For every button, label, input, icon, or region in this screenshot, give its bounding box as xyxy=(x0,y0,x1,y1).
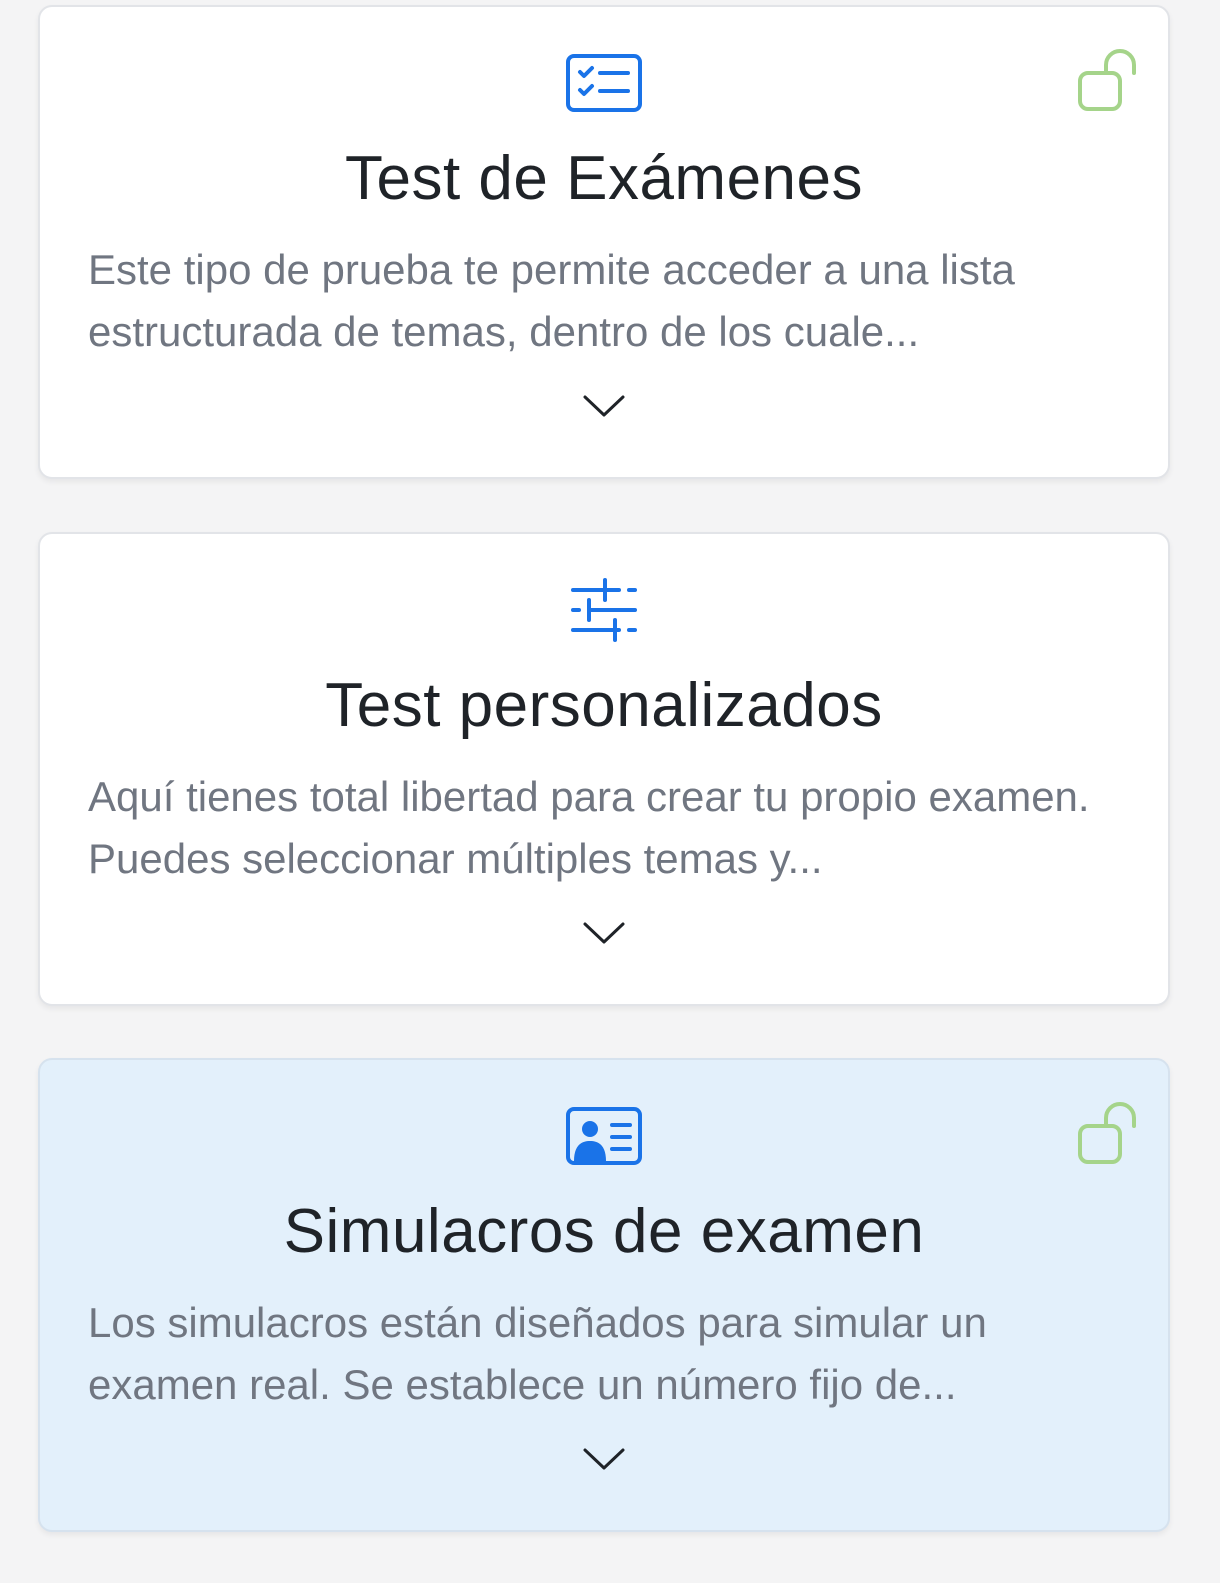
sliders-icon xyxy=(564,578,644,642)
simulacros-examen-card[interactable]: Simulacros de examen Los simulacros está… xyxy=(38,1058,1170,1532)
unlocked-lock-icon xyxy=(1076,49,1140,113)
test-examenes-card[interactable]: Test de Exámenes Este tipo de prueba te … xyxy=(38,5,1170,479)
checklist-icon xyxy=(564,51,644,115)
card-title: Simulacros de examen xyxy=(283,1197,925,1266)
card-description: Este tipo de prueba te permite acceder a… xyxy=(88,246,1015,355)
chevron-down-icon[interactable] xyxy=(581,1444,627,1474)
card-title: Test personalizados xyxy=(325,671,883,740)
card-description: Aquí tienes total libertad para crear tu… xyxy=(88,773,1090,882)
test-personalizados-card[interactable]: Test personalizados Aquí tienes total li… xyxy=(38,532,1170,1006)
card-title: Test de Exámenes xyxy=(344,144,864,213)
id-card-icon xyxy=(564,1104,644,1168)
unlocked-lock-icon xyxy=(1076,1102,1140,1166)
chevron-down-icon[interactable] xyxy=(581,918,627,948)
card-description: Los simulacros están diseñados para simu… xyxy=(88,1299,987,1408)
chevron-down-icon[interactable] xyxy=(581,391,627,421)
